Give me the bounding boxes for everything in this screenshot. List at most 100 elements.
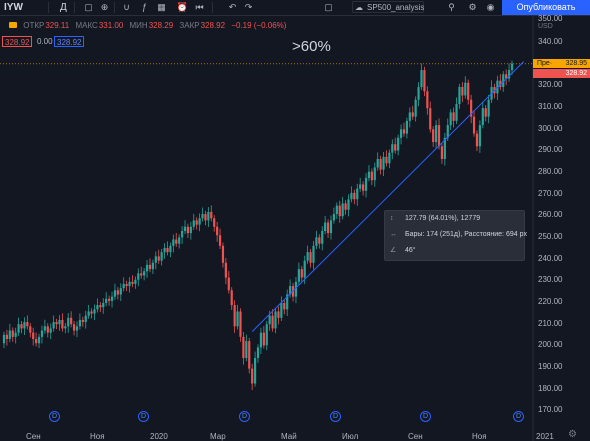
- layout-name-button[interactable]: ☁ SP500_analysis: [352, 1, 424, 13]
- measure-angle: 46°: [405, 247, 416, 254]
- toolbar-divider: [212, 2, 213, 13]
- candle: [178, 234, 181, 249]
- candle: [140, 266, 143, 279]
- candle: [458, 83, 461, 109]
- candle: [353, 189, 356, 205]
- candle: [341, 196, 344, 220]
- candle: [37, 333, 41, 349]
- candle: [262, 326, 265, 349]
- candle: [499, 74, 502, 91]
- add-indicator-icon[interactable]: ⊕: [98, 1, 111, 14]
- replay-icon[interactable]: ⏮: [193, 1, 206, 14]
- price-tick: 350.00: [538, 14, 563, 23]
- chart-settings-icon[interactable]: ⚙: [568, 429, 577, 440]
- candle: [475, 130, 479, 152]
- candle: [148, 258, 152, 273]
- templates-icon[interactable]: ▦: [155, 1, 168, 14]
- dividend-icon[interactable]: D: [49, 411, 60, 422]
- candle: [14, 327, 17, 344]
- candle: [440, 143, 444, 164]
- candle: [154, 251, 157, 270]
- measure-angle-row: ∠ 46°: [390, 246, 416, 256]
- candle: [5, 329, 9, 346]
- candle: [204, 210, 207, 226]
- dividend-icon[interactable]: D: [420, 411, 431, 422]
- indicators-icon[interactable]: ƒ: [138, 1, 151, 14]
- candle: [414, 96, 417, 122]
- candle: [467, 79, 470, 105]
- candle: [23, 317, 26, 335]
- candle: [405, 117, 408, 139]
- fullscreen-icon[interactable]: ▢: [322, 1, 335, 14]
- candle: [399, 124, 403, 145]
- candle: [242, 332, 245, 365]
- screenshot-icon[interactable]: ◉: [484, 1, 497, 14]
- candle: [367, 165, 371, 182]
- bid-price[interactable]: 328.92: [2, 36, 33, 47]
- currency-label: USD: [538, 23, 553, 30]
- settings-icon[interactable]: ⚙: [466, 1, 479, 14]
- candle: [309, 249, 312, 268]
- dividend-icon[interactable]: D: [330, 411, 341, 422]
- candle: [388, 149, 391, 169]
- candle: [192, 213, 195, 230]
- dividend-icon[interactable]: D: [513, 411, 524, 422]
- candle: [58, 315, 61, 331]
- candle: [143, 268, 146, 281]
- candle: [434, 120, 438, 149]
- time-tick: 2021: [536, 432, 554, 441]
- publish-button[interactable]: Опубликовать: [502, 0, 590, 15]
- candle: [335, 202, 338, 219]
- candle: [487, 94, 490, 124]
- compare-icon[interactable]: ∪: [120, 1, 133, 14]
- candle: [70, 311, 73, 328]
- candle: [417, 82, 420, 107]
- candle: [259, 327, 263, 355]
- candle: [505, 69, 508, 86]
- candle: [26, 315, 29, 330]
- time-tick: 2020: [150, 432, 168, 441]
- symbol-search[interactable]: IYW: [4, 0, 23, 15]
- candle: [426, 86, 429, 115]
- candle: [189, 221, 192, 240]
- bars-range-icon: ↔: [390, 231, 397, 238]
- candle: [201, 207, 204, 222]
- candle: [81, 316, 84, 327]
- series-color-icon: [9, 22, 17, 28]
- candle: [408, 107, 411, 128]
- candle: [93, 304, 96, 321]
- redo-icon[interactable]: ↷: [242, 1, 255, 14]
- candle: [49, 323, 52, 340]
- candle: [274, 308, 277, 334]
- time-tick: Июл: [342, 432, 359, 441]
- candle: [67, 312, 70, 333]
- price-tick: 220.00: [538, 297, 563, 306]
- close-label: ЗАКР: [179, 21, 200, 30]
- candle: [402, 122, 406, 137]
- price-range-icon: ↕: [390, 215, 394, 222]
- undo-icon[interactable]: ↶: [226, 1, 239, 14]
- dividend-icon[interactable]: D: [239, 411, 250, 422]
- candle: [461, 82, 464, 103]
- candle: [207, 207, 210, 227]
- candle: [29, 323, 32, 338]
- high-label: МАКС: [75, 21, 98, 30]
- price-tick: 340.00: [538, 37, 563, 46]
- ask-price[interactable]: 328.92: [54, 36, 85, 47]
- trend-line[interactable]: [251, 61, 525, 332]
- candle: [224, 257, 227, 285]
- candle: [490, 80, 493, 103]
- chart-text-annotation[interactable]: >60%: [292, 38, 331, 55]
- price-tick: 210.00: [538, 319, 563, 328]
- candle: [452, 107, 455, 128]
- dividend-icon[interactable]: D: [138, 411, 149, 422]
- alert-icon[interactable]: ⏰: [176, 1, 189, 14]
- quick-search-icon[interactable]: ⚲: [445, 1, 458, 14]
- price-tick: 170.00: [538, 405, 563, 414]
- spread-value: 0.00: [37, 37, 53, 46]
- candle: [145, 260, 149, 278]
- interval-selector[interactable]: Д: [60, 0, 67, 15]
- candle: [306, 245, 309, 264]
- candle: [122, 277, 125, 292]
- bar-type-icon[interactable]: ▢: [82, 1, 95, 14]
